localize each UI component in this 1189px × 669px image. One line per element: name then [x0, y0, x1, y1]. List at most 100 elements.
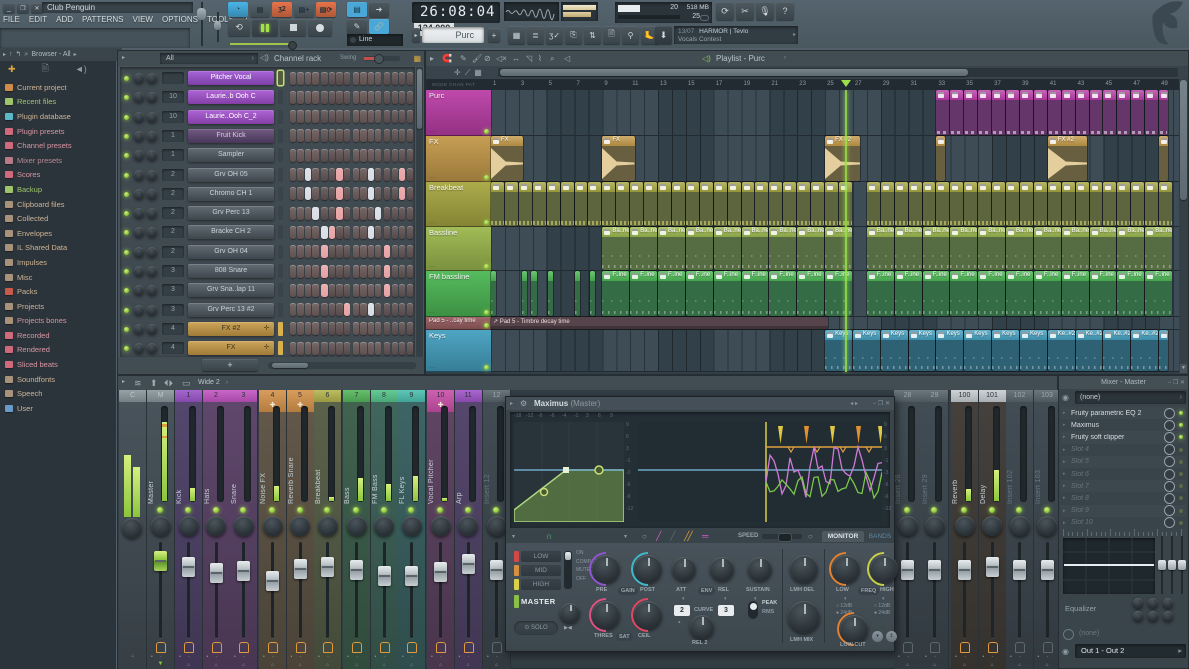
strip-fader[interactable]	[901, 560, 914, 581]
clip-breakbeat[interactable]	[769, 182, 783, 226]
channel-selector-indicator[interactable]	[278, 225, 283, 240]
step-cell[interactable]	[328, 129, 336, 143]
toggle-channelrack-button[interactable]: ʒ2	[272, 2, 292, 17]
strip-route-arrow[interactable]: ▵	[951, 661, 978, 668]
clip-purc[interactable]	[1019, 90, 1033, 135]
clip-purc[interactable]	[1131, 90, 1145, 135]
clip-breakbeat[interactable]	[602, 182, 616, 226]
step-cell[interactable]	[352, 303, 360, 317]
curve-value-2[interactable]: 3	[718, 605, 734, 616]
browser-undo-icon[interactable]: ↰	[16, 51, 22, 58]
step-cell[interactable]	[360, 110, 367, 124]
step-sequencer-icon[interactable]: ≣	[527, 26, 544, 44]
step-cell[interactable]	[321, 283, 328, 297]
channel-button[interactable]: Bracke CH 2	[188, 225, 274, 240]
step-cell[interactable]	[336, 264, 343, 278]
timeline-bar-3[interactable]: 3	[521, 81, 524, 87]
browser-item-user[interactable]: User	[0, 401, 116, 416]
channel-group-number[interactable]: 2	[162, 226, 184, 239]
band-state-switch[interactable]	[564, 551, 572, 589]
clip-purc[interactable]	[992, 90, 1006, 135]
step-cell[interactable]	[391, 283, 398, 297]
clip-ba-ne[interactable]: Ba..ne	[1145, 227, 1173, 270]
clip-f-ine[interactable]: F..ine	[658, 271, 685, 316]
download-button[interactable]: ⬇	[655, 26, 672, 44]
step-cell[interactable]	[360, 225, 367, 239]
channel-enable-led[interactable]	[124, 153, 129, 159]
strip-slot-dots[interactable]: • ◦	[291, 654, 305, 660]
strip-slot-dots[interactable]: • ◦	[1038, 654, 1052, 660]
step-cell[interactable]	[290, 110, 297, 124]
step-cell[interactable]	[399, 148, 406, 162]
clip-fx[interactable]	[1159, 136, 1168, 181]
toggle-mixer-button[interactable]: ▤+	[294, 2, 314, 17]
browser-file-icon[interactable]: 🗎	[42, 61, 49, 77]
step-cell[interactable]	[304, 245, 312, 259]
channel-group-number[interactable]: 1	[162, 149, 184, 162]
strip-fader-track[interactable]	[382, 542, 386, 638]
strip-fx-toggle[interactable]	[987, 642, 998, 653]
channel-selector-indicator[interactable]	[278, 264, 283, 278]
step-edit-button[interactable]: ➜	[369, 2, 389, 17]
band-button-low[interactable]: LOW	[521, 551, 561, 562]
step-cell[interactable]	[336, 206, 343, 220]
strip-fx-toggle[interactable]	[903, 642, 913, 653]
playlist-title[interactable]: Playlist - Purc	[716, 54, 765, 63]
step-cell[interactable]	[312, 187, 319, 201]
channel-enable-led[interactable]	[124, 76, 129, 81]
slot-mix-knob[interactable]	[1164, 505, 1175, 517]
rack-vscrollbar[interactable]	[416, 67, 423, 357]
step-cell[interactable]	[312, 206, 319, 220]
strip-fader[interactable]	[154, 551, 167, 572]
step-cell[interactable]	[343, 148, 351, 162]
channel-selector-indicator[interactable]	[278, 186, 283, 201]
step-cell[interactable]	[321, 303, 328, 317]
step-cell[interactable]	[304, 206, 312, 220]
channel-pan-knob[interactable]	[134, 304, 144, 315]
strip-route-arrow[interactable]: ▵	[230, 661, 257, 668]
browser-item-sliced-beats[interactable]: Sliced beats	[0, 357, 116, 372]
step-cell[interactable]	[352, 322, 360, 336]
slot-arrow-icon[interactable]: ▸	[1061, 422, 1071, 428]
strip-fx-toggle[interactable]	[352, 642, 362, 653]
step-cell[interactable]	[312, 90, 319, 104]
browser-back-icon[interactable]: ▸	[3, 52, 6, 58]
width-knob[interactable]	[560, 603, 580, 623]
step-cell[interactable]	[297, 225, 304, 239]
maximus-preset-arrows[interactable]: ◂ ▸	[850, 400, 858, 407]
plugin-icon[interactable]: ⚲	[622, 26, 639, 44]
strip-fader-track[interactable]	[439, 542, 442, 638]
strip-number[interactable]: 2	[202, 390, 230, 402]
channel-group-number[interactable]: 2	[162, 168, 184, 181]
rack-filter-selector[interactable]: All ›	[160, 53, 258, 64]
step-cell[interactable]	[391, 303, 398, 317]
channel-pan-knob[interactable]	[134, 323, 144, 334]
step-cell[interactable]	[367, 322, 374, 336]
channel-button[interactable]: Sampler	[188, 148, 274, 163]
step-cell[interactable]	[399, 129, 406, 143]
strip-slot-dots[interactable]: • ◦	[487, 654, 501, 660]
clip-breakbeat[interactable]	[783, 182, 797, 226]
delete-tool-icon[interactable]: ⊘	[484, 54, 491, 63]
step-cell[interactable]	[297, 148, 304, 162]
strip-route-arrow[interactable]: ▵	[483, 661, 510, 668]
maximus-line-style-4[interactable]: ═	[702, 531, 708, 541]
playlist-scroll-down-icon[interactable]: ▼	[1180, 364, 1187, 373]
browser-item-plugin-presets[interactable]: Plugin presets	[0, 124, 116, 139]
step-cell[interactable]	[384, 129, 391, 143]
channel-vol-knob[interactable]	[147, 323, 157, 334]
maximus-curve-menu-icon[interactable]: ▾	[512, 533, 515, 540]
slot-arrow-icon[interactable]: ▸	[1061, 483, 1071, 489]
slip-tool-icon[interactable]: ↔	[512, 54, 520, 63]
strip-number[interactable]: 100	[951, 390, 978, 402]
strip-slot-dots[interactable]: • ◦	[402, 654, 416, 660]
strip-enable-led[interactable]	[464, 507, 471, 513]
step-cell[interactable]	[360, 341, 367, 355]
timeline-bar-41[interactable]: 41	[1050, 81, 1057, 87]
clip-breakbeat[interactable]	[797, 182, 811, 226]
clip-breakbeat[interactable]	[825, 182, 838, 226]
step-cell[interactable]	[304, 283, 312, 297]
strip-fx-toggle[interactable]	[436, 642, 446, 653]
clip-f-ine[interactable]: F..ine	[866, 271, 894, 316]
fx-slot-10[interactable]: ▸ Slot 10	[1061, 516, 1186, 529]
